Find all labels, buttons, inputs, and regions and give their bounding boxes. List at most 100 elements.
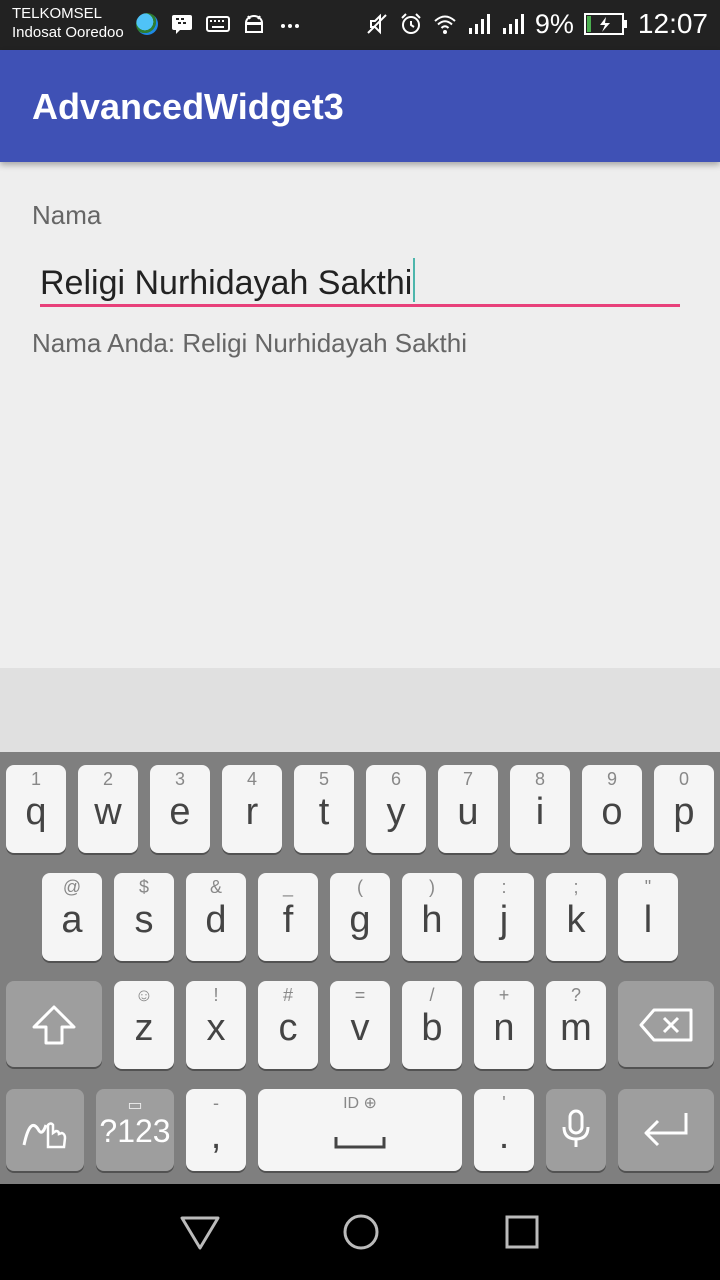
bbm-icon (172, 15, 192, 34)
key-hint: : (501, 877, 507, 897)
more-icon (281, 24, 299, 28)
period-hint: ' (502, 1093, 506, 1113)
period-key[interactable]: ' . (474, 1089, 534, 1171)
key-r[interactable]: 4r (222, 765, 282, 853)
key-p[interactable]: 0p (654, 765, 714, 853)
comma-key[interactable]: - , (186, 1089, 246, 1171)
space-key[interactable]: ID ⊕ (258, 1089, 462, 1171)
key-letter: m (560, 1007, 592, 1049)
keyboard-suggestion-strip (0, 668, 720, 752)
key-hint: = (354, 985, 366, 1005)
key-b[interactable]: / b (402, 981, 462, 1069)
carrier-info: TELKOMSEL Indosat Ooredoo (12, 4, 124, 42)
backspace-icon (639, 1008, 693, 1042)
enter-key[interactable] (618, 1089, 714, 1171)
clock: 12:07 (637, 8, 708, 39)
key-c[interactable]: # c (258, 981, 318, 1069)
key-l[interactable]: " l (618, 873, 678, 961)
key-x[interactable]: ! x (186, 981, 246, 1069)
key-letter: g (349, 899, 371, 941)
navigation-bar (0, 1184, 720, 1280)
microphone-icon (562, 1109, 590, 1147)
key-letter: w (94, 791, 122, 833)
key-q[interactable]: 1q (6, 765, 66, 853)
back-icon[interactable] (180, 1212, 220, 1252)
key-letter: x (206, 1007, 226, 1049)
key-letter: e (169, 791, 191, 833)
key-hint: ; (573, 877, 579, 897)
key-letter: p (673, 791, 695, 833)
keyboard: 1q2w3e4r5t6y7u8i9o0p @ a $ s & d _ f(g) h: j; k " l … (0, 752, 720, 1184)
key-t[interactable]: 5t (294, 765, 354, 853)
key-a[interactable]: @ a (42, 873, 102, 961)
key-hint: ? (570, 985, 581, 1005)
key-hint: & (209, 877, 222, 897)
key-hint: 5 (318, 769, 329, 789)
key-y[interactable]: 6y (366, 765, 426, 853)
language-indicator: ID ⊕ (258, 1093, 462, 1113)
home-icon[interactable] (341, 1212, 381, 1252)
status-bar: TELKOMSEL Indosat Ooredoo 9% 12:07 (0, 0, 720, 50)
key-hint: ( (357, 877, 363, 897)
key-m[interactable]: ? m (546, 981, 606, 1069)
key-j[interactable]: :j (474, 873, 534, 961)
key-u[interactable]: 7u (438, 765, 498, 853)
key-letter: n (493, 1007, 515, 1049)
key-letter: v (350, 1007, 370, 1049)
key-letter: l (643, 899, 653, 941)
battery-percent: 9% (534, 8, 574, 39)
key-hint: _ (282, 877, 293, 897)
key-hint: ) (429, 877, 435, 897)
key-h[interactable]: ) h (402, 873, 462, 961)
key-g[interactable]: (g (330, 873, 390, 961)
shift-key[interactable] (6, 981, 102, 1067)
key-s[interactable]: $ s (114, 873, 174, 961)
symbols-key[interactable]: ▭ ?123 (96, 1089, 174, 1171)
comma-char: , (210, 1115, 222, 1157)
key-f[interactable]: _ f (258, 873, 318, 961)
battery-charging-icon (583, 13, 627, 35)
period-char: . (498, 1115, 510, 1157)
key-n[interactable]: + n (474, 981, 534, 1069)
name-input-value[interactable]: Religi Nurhidayah Sakthi (40, 264, 412, 302)
key-d[interactable]: & d (186, 873, 246, 961)
app-title: AdvancedWidget3 (32, 86, 344, 127)
key-letter: o (601, 791, 623, 833)
key-letter: a (61, 899, 83, 941)
key-letter: t (318, 791, 330, 833)
handwriting-key[interactable] (6, 1089, 84, 1171)
backspace-key[interactable] (618, 981, 714, 1067)
key-hint: 6 (390, 769, 401, 789)
voice-input-key[interactable] (546, 1089, 606, 1171)
key-v[interactable]: = v (330, 981, 390, 1069)
key-letter: r (245, 791, 259, 833)
key-hint: @ (62, 877, 82, 897)
key-hint: 3 (174, 769, 185, 789)
key-hint: " (644, 877, 652, 897)
key-w[interactable]: 2w (78, 765, 138, 853)
key-hint: 9 (606, 769, 617, 789)
language-code: ID (343, 1095, 360, 1112)
key-o[interactable]: 9o (582, 765, 642, 853)
key-letter: s (134, 899, 154, 941)
key-hint: ☺ (134, 985, 154, 1005)
key-letter: h (421, 899, 443, 941)
key-letter: j (499, 899, 509, 941)
key-hint: 1 (30, 769, 41, 789)
comma-hint: - (213, 1093, 219, 1113)
app-bar: AdvancedWidget3 (0, 50, 720, 162)
key-hint: 7 (462, 769, 473, 789)
key-e[interactable]: 3e (150, 765, 210, 853)
alarm-icon (401, 13, 421, 34)
key-i[interactable]: 8i (510, 765, 570, 853)
key-hint: # (282, 985, 293, 1005)
globe-icon (136, 13, 158, 35)
signal-icon-2 (502, 14, 524, 34)
recents-icon[interactable] (502, 1212, 542, 1252)
name-input[interactable]: Religi Nurhidayah Sakthi (40, 250, 680, 310)
enter-icon (644, 1113, 688, 1147)
key-z[interactable]: ☺ z (114, 981, 174, 1069)
input-underline (40, 304, 680, 307)
key-k[interactable]: ; k (546, 873, 606, 961)
shift-arrow-icon (32, 1005, 76, 1045)
